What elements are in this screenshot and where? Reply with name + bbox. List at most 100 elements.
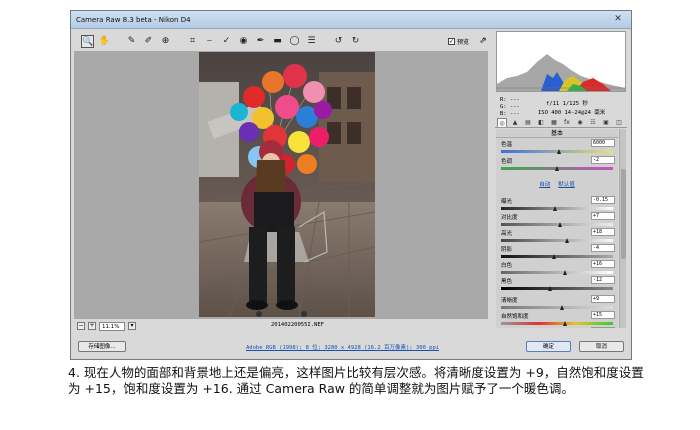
straighten-tool-icon[interactable]: ⎯ bbox=[203, 35, 216, 48]
rotate-left-tool-icon[interactable]: ↺ bbox=[332, 35, 345, 48]
adjustment-brush-tool-icon[interactable]: ✒ bbox=[254, 35, 267, 48]
zoom-out-button[interactable]: − bbox=[77, 322, 85, 330]
slider-value-field[interactable]: -2 bbox=[591, 156, 615, 164]
camera-iso-lens-info: ISO 400 14-24@24 毫米 bbox=[538, 110, 606, 116]
slider-1: 色调 -2 bbox=[499, 156, 617, 173]
title-bar: Camera Raw 8.3 beta - Nikon D4 ✕ bbox=[71, 11, 631, 29]
panel-tab-4-icon[interactable]: ▦ bbox=[549, 118, 559, 127]
slider-track[interactable] bbox=[501, 287, 613, 290]
auto-default-links: 自动 默认值 bbox=[496, 180, 618, 189]
slider-knob[interactable] bbox=[554, 166, 559, 171]
graduated-filter-tool-icon[interactable]: ▬ bbox=[271, 35, 284, 48]
slider-track[interactable] bbox=[501, 271, 613, 274]
slider-label: 自然饱和度 bbox=[501, 314, 529, 320]
preview-toggle[interactable]: ✓ 预览 bbox=[448, 37, 469, 46]
pixel-readout: R: --- G: --- B: --- f/11 1/125 秒 ISO 40… bbox=[496, 95, 626, 119]
window-title: Camera Raw 8.3 beta - Nikon D4 bbox=[76, 16, 191, 24]
red-eye-tool-icon[interactable]: ◉ bbox=[237, 35, 250, 48]
slider-value-field[interactable]: -4 bbox=[591, 244, 615, 252]
slider-knob[interactable] bbox=[552, 254, 557, 259]
slider-value-field[interactable]: +16 bbox=[591, 327, 615, 328]
photo-preview bbox=[199, 52, 375, 317]
crop-tool-icon[interactable]: ⌗ bbox=[186, 35, 199, 48]
caption-text: 4. 现在人物的面部和背景地上还是偏亮，这样图片比较有层次感。将清晰度设置为 +… bbox=[68, 365, 644, 396]
slider-track[interactable] bbox=[501, 255, 613, 258]
slider-knob[interactable] bbox=[559, 305, 564, 310]
panel-tab-5-icon[interactable]: fx bbox=[562, 118, 572, 127]
zoom-in-button[interactable]: + bbox=[88, 322, 96, 330]
slider-knob[interactable] bbox=[562, 321, 567, 326]
slider-label: 清晰度 bbox=[501, 298, 518, 304]
slider-7: 黑色 -12 bbox=[499, 276, 617, 293]
slider-label: 对比度 bbox=[501, 215, 518, 221]
slider-knob[interactable] bbox=[556, 149, 561, 154]
slider-label: 高光 bbox=[501, 231, 513, 237]
slider-track[interactable] bbox=[501, 322, 613, 325]
slider-10: 饱和度+16 bbox=[499, 327, 617, 328]
color-sampler-tool-icon[interactable]: ✐ bbox=[142, 35, 155, 48]
slider-9: 自然饱和度 +15 bbox=[499, 311, 617, 328]
cancel-button[interactable]: 取消 bbox=[579, 341, 624, 352]
zoom-dropdown[interactable]: ▾ bbox=[128, 322, 136, 330]
slider-value-field[interactable]: 6000 bbox=[591, 139, 615, 147]
histogram bbox=[496, 31, 626, 92]
slider-label: 色调 bbox=[501, 159, 513, 165]
slider-value-field[interactable]: +16 bbox=[591, 260, 615, 268]
histogram-graph bbox=[497, 32, 625, 91]
image-preview-area[interactable] bbox=[74, 51, 488, 319]
slider-label: 黑色 bbox=[501, 279, 513, 285]
slider-knob[interactable] bbox=[547, 286, 552, 291]
radial-filter-tool-icon[interactable]: ◯ bbox=[288, 35, 301, 48]
zoom-tool-icon[interactable]: 🔍 bbox=[81, 35, 94, 48]
slider-knob[interactable] bbox=[557, 222, 562, 227]
panel-tab-6-icon[interactable]: ◉ bbox=[575, 118, 585, 127]
slider-value-field[interactable]: +9 bbox=[591, 295, 615, 303]
slider-track[interactable] bbox=[501, 306, 613, 309]
white-balance-tool-icon[interactable]: ✎ bbox=[125, 35, 138, 48]
panel-tab-2-icon[interactable]: ▤ bbox=[523, 118, 533, 127]
hand-tool-icon[interactable]: ✋ bbox=[98, 35, 111, 48]
panel-scrollbar[interactable] bbox=[619, 129, 626, 328]
ok-button[interactable]: 确定 bbox=[526, 341, 571, 352]
save-image-button[interactable]: 存储图像... bbox=[78, 341, 126, 352]
preview-checkbox[interactable]: ✓ bbox=[448, 38, 455, 45]
slider-value-field[interactable]: +15 bbox=[591, 311, 615, 319]
workflow-options-link[interactable]: Adobe RGB (1998); 8 位; 3280 x 4928 (16.2… bbox=[246, 343, 439, 351]
basic-panel: 基本 色温 6000 色调 -2 自动 默认值 曝光 -0.15 对比度 +7 高光 +18 阴影 -4 白… bbox=[496, 129, 618, 328]
slider-8: 清晰度 +9 bbox=[499, 295, 617, 312]
panel-title: 基本 bbox=[496, 129, 618, 138]
slider-value-field[interactable]: +18 bbox=[591, 228, 615, 236]
zoom-level-field[interactable]: 11.1% bbox=[99, 321, 125, 331]
slider-6: 白色 +16 bbox=[499, 260, 617, 277]
readout-b: B: --- bbox=[500, 111, 520, 117]
readout-r: R: --- bbox=[500, 97, 520, 103]
panel-tab-3-icon[interactable]: ◧ bbox=[536, 118, 546, 127]
panel-tab-0-icon[interactable]: ◎ bbox=[497, 118, 507, 127]
scrollbar-thumb[interactable] bbox=[621, 169, 626, 259]
readout-g: G: --- bbox=[500, 104, 520, 110]
slider-value-field[interactable]: -12 bbox=[591, 276, 615, 284]
file-name: 20140220055I.NEF bbox=[271, 322, 324, 328]
auto-link[interactable]: 自动 bbox=[539, 182, 550, 188]
fullscreen-icon[interactable]: ⇗ bbox=[477, 35, 489, 47]
spot-removal-tool-icon[interactable]: ✓ bbox=[220, 35, 233, 48]
close-icon[interactable]: ✕ bbox=[611, 14, 625, 25]
rotate-right-tool-icon[interactable]: ↻ bbox=[349, 35, 362, 48]
preferences-tool-icon[interactable]: ☰ bbox=[305, 35, 318, 48]
slider-value-field[interactable]: -0.15 bbox=[591, 196, 615, 204]
slider-0: 色温 6000 bbox=[499, 139, 617, 156]
default-link[interactable]: 默认值 bbox=[558, 182, 575, 188]
slider-label: 白色 bbox=[501, 263, 513, 269]
panel-tab-8-icon[interactable]: ▣ bbox=[601, 118, 611, 127]
slider-track[interactable] bbox=[501, 239, 613, 242]
slider-value-field[interactable]: +7 bbox=[591, 212, 615, 220]
slider-knob[interactable] bbox=[563, 270, 568, 275]
panel-tab-9-icon[interactable]: ◫ bbox=[614, 118, 624, 127]
camera-raw-window: Camera Raw 8.3 beta - Nikon D4 ✕ 🔍 ✋ ✎ ✐ ⊕ ⌗ ⎯… bbox=[70, 10, 632, 360]
panel-tab-1-icon[interactable]: ▲ bbox=[510, 118, 520, 127]
targeted-adjustment-tool-icon[interactable]: ⊕ bbox=[159, 35, 172, 48]
slider-knob[interactable] bbox=[553, 206, 558, 211]
panel-tab-7-icon[interactable]: ☷ bbox=[588, 118, 598, 127]
slider-knob[interactable] bbox=[564, 238, 569, 243]
slider-5: 阴影 -4 bbox=[499, 244, 617, 261]
